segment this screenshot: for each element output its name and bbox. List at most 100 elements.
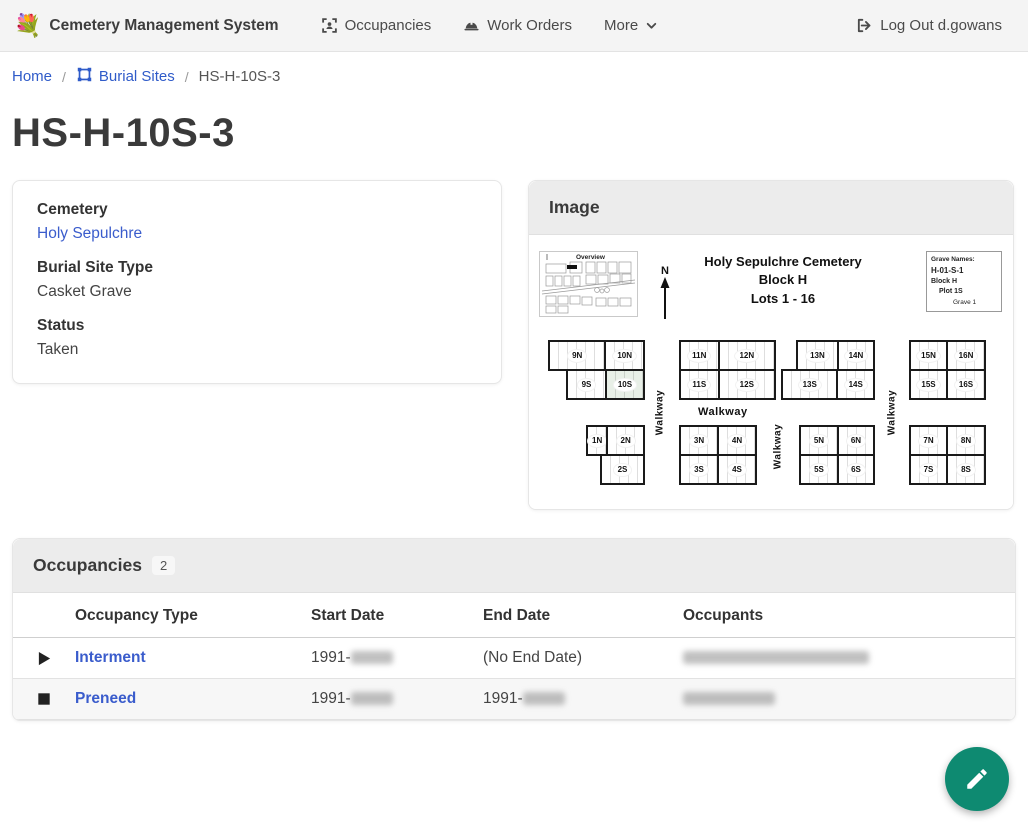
column-header-occupants: Occupants bbox=[683, 593, 1015, 638]
redacted-start-date bbox=[351, 692, 393, 705]
plot-strip-5s-6s: 5S 6S bbox=[799, 454, 875, 485]
walkway-label-vertical: Walkway bbox=[887, 383, 898, 443]
occupancies-frame-person-icon bbox=[321, 17, 338, 34]
nav-item-more[interactable]: More bbox=[592, 9, 670, 42]
plot-cell-3n: 3N bbox=[681, 427, 717, 454]
column-header-end-date: End Date bbox=[483, 593, 683, 638]
breadcrumb-burial-sites-link[interactable]: Burial Sites bbox=[76, 66, 175, 87]
bouquet-logo-icon: 💐 bbox=[14, 15, 41, 37]
status-field: Status Taken bbox=[37, 317, 477, 359]
legend-line: Block H bbox=[931, 277, 997, 288]
plot-cell-label: 4S bbox=[728, 464, 746, 476]
breadcrumb: Home / Burial Sites / HS-H-10S-3 bbox=[0, 52, 1028, 97]
cemetery-link[interactable]: Holy Sepulchre bbox=[37, 225, 142, 242]
chevron-down-icon bbox=[645, 19, 658, 32]
legend-line: H-01-S-1 bbox=[931, 265, 997, 277]
cemetery-label: Cemetery bbox=[37, 201, 477, 219]
app-brand[interactable]: 💐 Cemetery Management System bbox=[14, 15, 279, 37]
plot-strip-7s-8s: 7S 8S bbox=[909, 454, 986, 485]
breadcrumb-burial-sites-label: Burial Sites bbox=[99, 68, 175, 85]
plot-strip-11n-12n: 11N 12N bbox=[679, 340, 776, 371]
legend-line: Grave Names: bbox=[931, 255, 997, 265]
plot-cell-label: 14S bbox=[845, 379, 867, 391]
plot-cell-label: 3S bbox=[690, 464, 708, 476]
hard-hat-icon bbox=[463, 17, 480, 34]
redacted-start-date bbox=[351, 651, 393, 664]
legend-line: Plot 1S bbox=[931, 287, 997, 298]
overview-label: Overview bbox=[576, 254, 605, 261]
plot-cell-11n: 11N bbox=[681, 342, 718, 369]
page-title: HS-H-10S-3 bbox=[12, 111, 1016, 156]
table-row-interment[interactable]: Interment 1991- (No End Date) bbox=[13, 638, 1015, 679]
start-date-prefix: 1991- bbox=[311, 690, 351, 707]
plot-cell-label: 13N bbox=[806, 350, 829, 362]
plot-cell-label: 10N bbox=[613, 350, 636, 362]
map-overview-thumbnail: Overview bbox=[539, 251, 638, 317]
overview-map-graphic bbox=[540, 252, 637, 316]
plot-cell-10n: 10N bbox=[604, 342, 643, 369]
start-date-cell: 1991- bbox=[311, 638, 483, 679]
burial-site-details-card: Cemetery Holy Sepulchre Burial Site Type… bbox=[12, 180, 502, 384]
nav-item-work-orders[interactable]: Work Orders bbox=[451, 9, 584, 42]
plot-cell-10s-highlighted: 10S bbox=[605, 371, 643, 398]
stop-icon bbox=[37, 692, 51, 706]
plot-map-image[interactable]: Overview bbox=[538, 243, 1004, 499]
nav-item-label: Occupancies bbox=[345, 17, 432, 34]
nav-item-label: Work Orders bbox=[487, 17, 572, 34]
plot-strip-13n-14n: 13N 14N bbox=[796, 340, 875, 371]
walkway-label-horizontal: Walkway bbox=[698, 406, 748, 418]
plot-cell-label: 16N bbox=[955, 350, 978, 362]
plot-cell-13n: 13N bbox=[798, 342, 837, 369]
status-label: Status bbox=[37, 317, 477, 335]
plot-strip-3n-4n: 3N 4N bbox=[679, 425, 757, 456]
burial-site-type-field: Burial Site Type Casket Grave bbox=[37, 259, 477, 301]
map-title-line2: Block H bbox=[666, 271, 900, 289]
logout-label: Log Out d.gowans bbox=[880, 17, 1002, 34]
plot-boundary-icon bbox=[76, 66, 93, 87]
app-title: Cemetery Management System bbox=[49, 17, 278, 35]
plot-strip-3s-4s: 3S 4S bbox=[679, 454, 757, 485]
image-card-header: Image bbox=[529, 181, 1013, 235]
interment-link[interactable]: Interment bbox=[75, 649, 146, 666]
plot-cell-label: 15N bbox=[917, 350, 940, 362]
column-header-start-date: Start Date bbox=[311, 593, 483, 638]
plot-cell-label: 7S bbox=[920, 464, 938, 476]
plot-cell-6s: 6S bbox=[837, 456, 873, 483]
nav-item-occupancies[interactable]: Occupancies bbox=[309, 9, 444, 42]
plot-cell-label: 4N bbox=[728, 435, 746, 447]
plot-cell-label: 6N bbox=[847, 435, 865, 447]
end-date-prefix: 1991- bbox=[483, 690, 523, 707]
plot-cell-8s: 8S bbox=[946, 456, 984, 483]
plot-cell-label: 15S bbox=[917, 379, 939, 391]
edit-fab-button[interactable] bbox=[945, 747, 1009, 811]
occupancies-card: Occupancies 2 Occupancy Type Start Date … bbox=[12, 538, 1016, 721]
preneed-link[interactable]: Preneed bbox=[75, 690, 136, 707]
plot-strip-9s-10s: 9S 10S bbox=[566, 369, 645, 400]
table-row-preneed[interactable]: Preneed 1991- 1991- bbox=[13, 679, 1015, 720]
nav-item-label: More bbox=[604, 17, 638, 34]
plot-cell-label: 16S bbox=[955, 379, 977, 391]
plot-cell-9s: 9S bbox=[568, 371, 605, 398]
logout-button[interactable]: Log Out d.gowans bbox=[844, 9, 1014, 42]
plot-cell-label: 12S bbox=[736, 379, 758, 391]
plot-strip-2s: 2S bbox=[600, 454, 645, 485]
breadcrumb-home-link[interactable]: Home bbox=[12, 68, 52, 85]
plot-cell-label: 5N bbox=[810, 435, 828, 447]
plot-cell-label: 1N bbox=[588, 435, 606, 447]
occupancies-count-badge: 2 bbox=[152, 556, 175, 575]
plot-cell-7n: 7N bbox=[911, 427, 946, 454]
plot-cell-7s: 7S bbox=[911, 456, 946, 483]
map-title: Holy Sepulchre Cemetery Block H Lots 1 -… bbox=[666, 253, 900, 308]
occupancies-table: Occupancy Type Start Date End Date Occup… bbox=[13, 593, 1015, 720]
end-date-cell: (No End Date) bbox=[483, 638, 683, 679]
grave-names-legend: Grave Names: H-01-S-1 Block H Plot 1S Gr… bbox=[926, 251, 1002, 312]
redacted-occupants bbox=[683, 651, 869, 664]
map-title-line1: Holy Sepulchre Cemetery bbox=[666, 253, 900, 271]
plot-strip-1n-2n: 1N 2N bbox=[586, 425, 645, 456]
plot-cell-5n: 5N bbox=[801, 427, 837, 454]
plot-cell-4n: 4N bbox=[717, 427, 755, 454]
start-date-prefix: 1991- bbox=[311, 649, 351, 666]
image-card: Image Overview bbox=[528, 180, 1014, 510]
plot-strip-13s-14s: 13S 14S bbox=[781, 369, 875, 400]
plot-cell-label: 3N bbox=[690, 435, 708, 447]
